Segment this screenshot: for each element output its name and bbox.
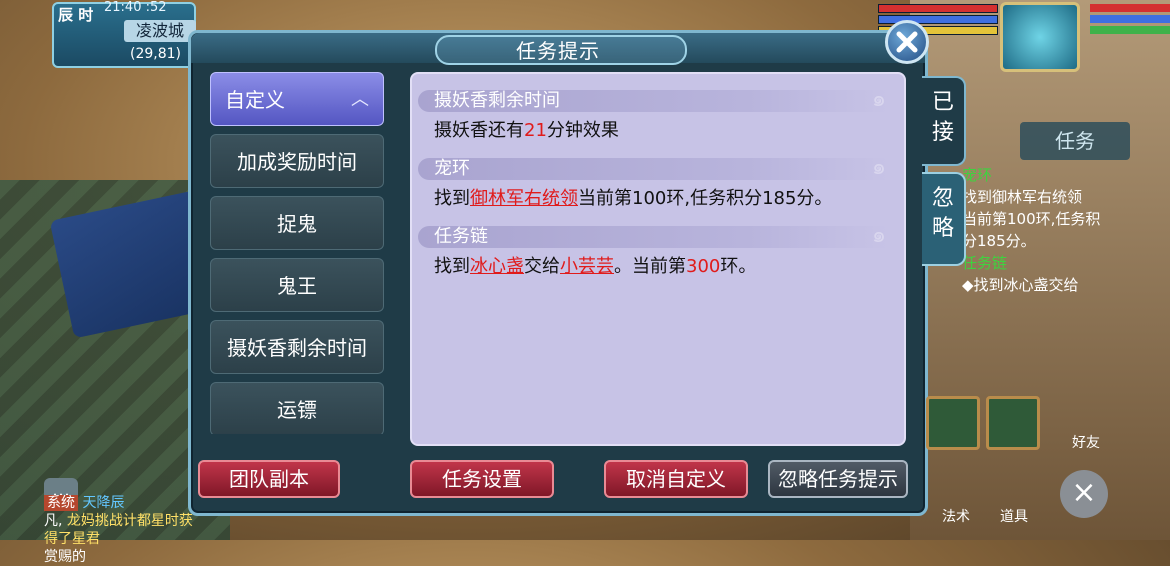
text: 环。 xyxy=(720,256,757,277)
swirl-ornament-icon: ๑ xyxy=(872,223,886,248)
menu-close-icon[interactable]: × xyxy=(1060,470,1108,518)
pet-stat-bars xyxy=(1090,4,1170,37)
dialog-title: 任务提示 xyxy=(516,39,600,63)
item-link[interactable]: 冰心盏 xyxy=(470,256,524,277)
npc-link[interactable]: 御林军右统领 xyxy=(470,188,578,209)
text: 找到 xyxy=(434,188,470,209)
section-text: 找到御林军右统领当前第100环,任务积分185分。 xyxy=(418,184,888,210)
hud-clock-time: 21:40 :52 xyxy=(104,0,167,15)
section-title: 任务链 xyxy=(434,226,488,247)
text: 交给 xyxy=(524,256,560,277)
skill-slot-2-icon[interactable] xyxy=(986,396,1040,450)
section-header: 任务链 ๑ xyxy=(418,223,888,248)
chat-text: 凡, xyxy=(44,513,63,529)
dialog-title-bar: 任务提示 xyxy=(191,33,925,65)
category-item-escort[interactable]: 运镖 xyxy=(210,382,384,434)
chat-text: 龙妈挑战计都星时获得了星君 xyxy=(44,513,193,547)
hp-bar xyxy=(878,4,998,13)
friends-label[interactable]: 好友 xyxy=(1072,432,1100,452)
chat-channel-tag: 系统 xyxy=(44,495,78,511)
task-section: 宠环 ๑ 找到御林军右统领当前第100环,任务积分185分。 xyxy=(418,155,888,210)
section-text: 找到冰心盏交给小芸芸。当前第300环。 xyxy=(418,252,888,278)
category-item-ghost-king[interactable]: 鬼王 xyxy=(210,258,384,312)
category-item-bonus-time[interactable]: 加成奖励时间 xyxy=(210,134,384,188)
hud-time-label: 辰 时 xyxy=(58,6,94,24)
right-line: 任务链 xyxy=(962,254,1008,272)
pet-mp-bar xyxy=(1090,15,1170,23)
hud-coordinates: (29,81) xyxy=(130,46,182,62)
section-title: 宠环 xyxy=(434,158,470,179)
right-panel-task-tab[interactable]: 任务 xyxy=(1020,122,1130,160)
task-content-panel: 摄妖香剩余时间 ๑ 摄妖香还有21分钟效果 宠环 ๑ 找到御林军右统领当前第10… xyxy=(410,72,906,446)
task-section: 任务链 ๑ 找到冰心盏交给小芸芸。当前第300环。 xyxy=(418,223,888,278)
chat-text: 天降辰 xyxy=(82,495,125,511)
npc-link[interactable]: 小芸芸 xyxy=(560,256,614,277)
right-line: ◆找到冰心盏交给 xyxy=(962,276,1079,294)
pet-exp-bar xyxy=(1090,26,1170,34)
text: 找到 xyxy=(434,256,470,277)
tab-ignored[interactable]: 忽略 xyxy=(922,172,966,266)
category-item-custom[interactable]: 自定义 ︿ xyxy=(210,72,384,126)
text: 当前第100环,任务积分185分。 xyxy=(578,188,833,209)
text: 。当前第 xyxy=(614,256,686,277)
skill-slot-1-icon[interactable] xyxy=(926,396,980,450)
section-header: 宠环 ๑ xyxy=(418,155,888,180)
category-label: 自定义 xyxy=(225,88,285,112)
category-item-ghost-hunt[interactable]: 捉鬼 xyxy=(210,196,384,250)
section-header: 摄妖香剩余时间 ๑ xyxy=(418,87,888,112)
right-line: 当前第100环,任务积 xyxy=(962,210,1101,228)
right-panel-task-list: 宠环 找到御林军右统领 当前第100环,任务积 分185分。 任务链 ◆找到冰心… xyxy=(962,164,1132,296)
team-dungeon-button[interactable]: 团队副本 xyxy=(198,460,340,498)
ignore-task-hints-button[interactable]: 忽略任务提示 xyxy=(768,460,908,498)
minutes-value: 21 xyxy=(524,120,547,141)
right-line: 分185分。 xyxy=(962,232,1036,250)
section-title: 摄妖香剩余时间 xyxy=(434,90,560,111)
category-item-incense-time[interactable]: 摄妖香剩余时间 xyxy=(210,320,384,374)
player-portrait[interactable] xyxy=(1000,2,1080,72)
right-line: 宠环 xyxy=(962,166,993,184)
task-settings-button[interactable]: 任务设置 xyxy=(410,460,554,498)
chat-text: 赏赐的 xyxy=(44,549,86,565)
section-text: 摄妖香还有21分钟效果 xyxy=(418,116,888,142)
cancel-custom-button[interactable]: 取消自定义 xyxy=(604,460,748,498)
hud-city-name[interactable]: 凌波城 xyxy=(124,20,196,42)
items-label[interactable]: 道具 xyxy=(1000,506,1028,526)
close-button[interactable] xyxy=(885,20,929,64)
category-list[interactable]: 自定义 ︿ 加成奖励时间 捉鬼 鬼王 摄妖香剩余时间 运镖 xyxy=(210,72,386,434)
close-icon xyxy=(896,31,918,53)
swirl-ornament-icon: ๑ xyxy=(872,87,886,112)
pet-hp-bar xyxy=(1090,4,1170,12)
tab-accepted[interactable]: 已接 xyxy=(922,76,966,166)
text: 摄妖香还有 xyxy=(434,120,524,141)
task-section: 摄妖香剩余时间 ๑ 摄妖香还有21分钟效果 xyxy=(418,87,888,142)
chat-log: 系统 天降辰 凡, 龙妈挑战计都星时获得了星君 赏赐的 xyxy=(44,494,194,566)
right-line: 找到御林军右统领 xyxy=(962,188,1083,206)
chevron-up-icon: ︿ xyxy=(351,89,369,110)
chain-count: 300 xyxy=(686,256,721,277)
swirl-ornament-icon: ๑ xyxy=(872,155,886,180)
magic-label[interactable]: 法术 xyxy=(942,506,970,526)
text: 分钟效果 xyxy=(546,120,619,141)
